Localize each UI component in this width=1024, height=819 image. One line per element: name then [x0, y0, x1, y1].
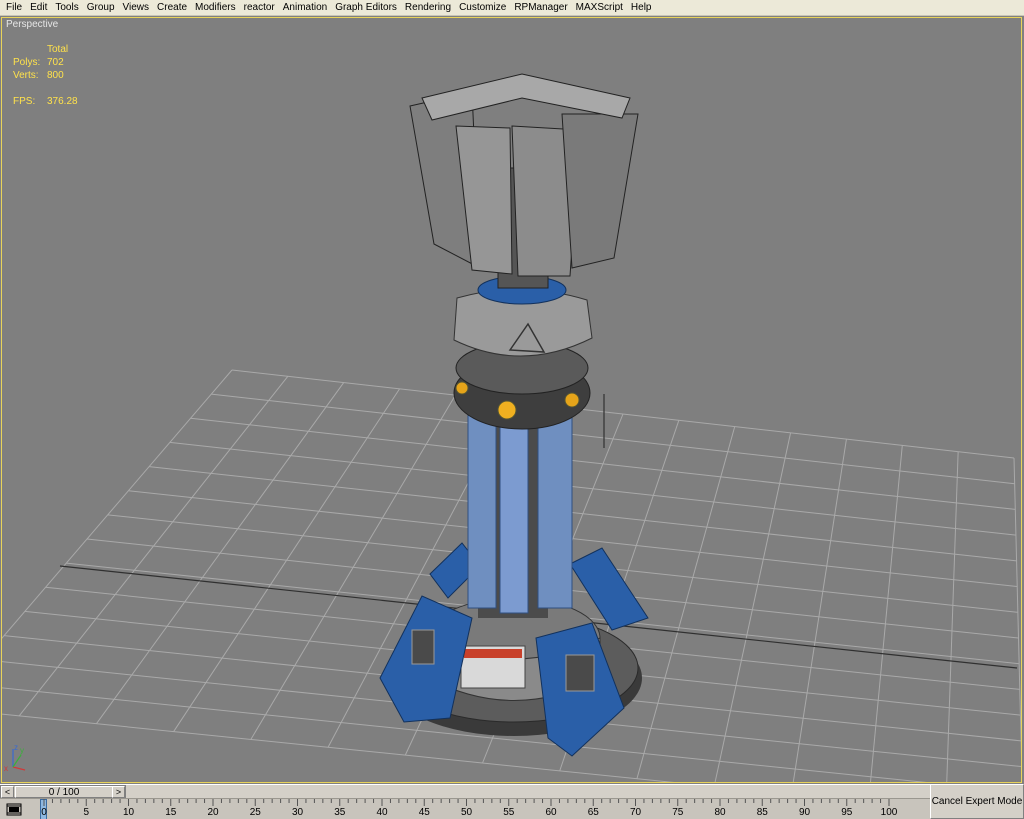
perspective-viewport[interactable]: Perspective Total Polys: 702 Verts: 800 FP…	[1, 17, 1022, 783]
menu-customize[interactable]: Customize	[455, 0, 510, 16]
fps-label: FPS:	[13, 96, 36, 107]
ruler-label: 15	[165, 807, 177, 818]
cancel-expert-mode-button[interactable]: Cancel Expert Mode	[930, 784, 1024, 819]
menu-modifiers[interactable]: Modifiers	[191, 0, 240, 16]
ruler-label: 35	[334, 807, 346, 818]
slider-prev-button[interactable]: <	[1, 786, 14, 798]
time-slider[interactable]: < 0 / 100 >	[0, 785, 126, 798]
fps-value: 376.28	[47, 96, 78, 107]
axis-x-label: x	[4, 764, 8, 773]
ruler-label: 20	[207, 807, 219, 818]
ruler-label: 25	[249, 807, 261, 818]
ruler-label: 45	[418, 807, 430, 818]
menu-rpmanager[interactable]: RPManager	[510, 0, 571, 16]
ruler-label: 65	[587, 807, 599, 818]
menu-views[interactable]: Views	[119, 0, 154, 16]
ruler-label: 90	[798, 807, 811, 818]
ruler-label: 60	[545, 807, 557, 818]
stats-header: Total	[47, 44, 69, 55]
menu-tools[interactable]: Tools	[51, 0, 82, 16]
ruler-label: 30	[291, 807, 304, 818]
grille	[411, 629, 435, 665]
frame-ruler[interactable]: 0 5 10 15 20 25 30 35 40 45 50 55 60 65 70 75 80 85 90 95 10…	[40, 799, 930, 819]
menu-rendering[interactable]: Rendering	[401, 0, 455, 16]
menu-help[interactable]: Help	[627, 0, 656, 16]
ruler-label: 95	[841, 807, 853, 818]
ruler-label: 40	[376, 807, 388, 818]
track-bar[interactable]: 0 5 10 15 20 25 30 35 40 45 50 55 60 65 70 75 80 85 90 95 10…	[0, 798, 930, 819]
statistics-overlay: Total Polys: 702 Verts: 800 FPS: 376.28	[13, 43, 107, 108]
ruler-label: 85	[756, 807, 768, 818]
ruler-label: 100	[880, 807, 898, 818]
menu-create[interactable]: Create	[153, 0, 191, 16]
polys-label: Polys:	[13, 57, 41, 68]
ruler-label: 10	[122, 807, 135, 818]
menu-graph-editors[interactable]: Graph Editors	[331, 0, 401, 16]
menu-bar: File Edit Tools Group Views Create Modifiers re…	[0, 0, 1024, 16]
ruler-label: 0	[41, 807, 47, 818]
menu-maxscript[interactable]: MAXScript	[572, 0, 627, 16]
axis-tripod-icon: x y z	[4, 743, 26, 773]
axis-y-label: y	[20, 746, 24, 755]
menu-reactor[interactable]: reactor	[240, 0, 279, 16]
polys-value: 702	[47, 57, 64, 68]
ruler-label: 5	[83, 807, 90, 818]
scene-canvas[interactable]	[2, 18, 1022, 783]
verts-label: Verts:	[13, 70, 39, 81]
ruler-label: 50	[460, 807, 473, 818]
ruler-label: 55	[503, 807, 515, 818]
filmstrip-icon[interactable]	[4, 802, 24, 817]
menu-edit[interactable]: Edit	[26, 0, 51, 16]
menu-group[interactable]: Group	[83, 0, 119, 16]
verts-value: 800	[47, 70, 64, 81]
grille	[565, 654, 595, 692]
time-slider-thumb[interactable]: 0 / 100	[15, 786, 113, 798]
viewport-label[interactable]: Perspective	[6, 19, 58, 30]
time-slider-row: < 0 / 100 >	[0, 784, 930, 798]
ruler-label: 75	[672, 807, 684, 818]
reactor-tower-model[interactable]	[379, 73, 649, 757]
ruler-label: 80	[714, 807, 726, 818]
ruler-label: 70	[629, 807, 642, 818]
menu-animation[interactable]: Animation	[279, 0, 331, 16]
menu-file[interactable]: File	[2, 0, 26, 16]
slider-next-button[interactable]: >	[112, 786, 125, 798]
axis-z-label: z	[14, 743, 18, 752]
